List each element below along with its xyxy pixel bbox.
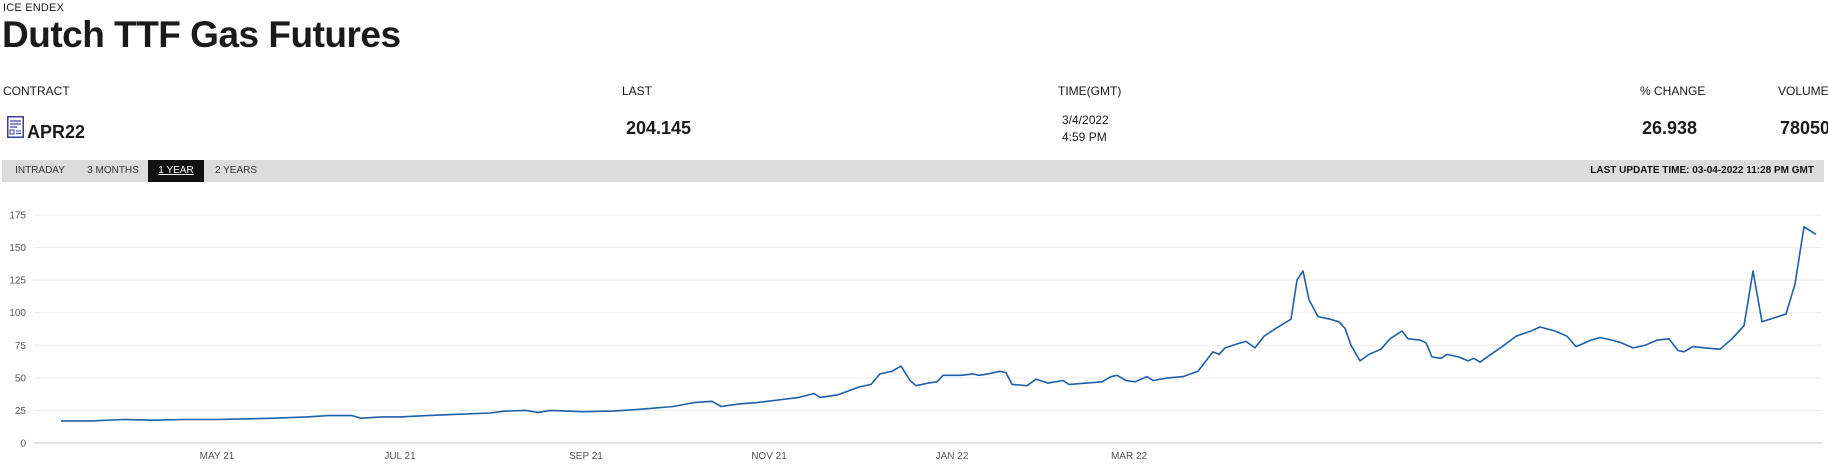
- x-tick-label: SEP 21: [569, 451, 603, 462]
- price-chart: 0 25 50 75 100 125 150 175 MAY 21 JUL 21 SEP 21 NO…: [9, 211, 1822, 462]
- x-tick-label: MAY 21: [200, 451, 235, 462]
- time-column-header: TIME(GMT): [1058, 84, 1122, 98]
- last-update-time: LAST UPDATE TIME: 03-04-2022 11:28 PM GM…: [1590, 165, 1814, 176]
- y-tick-label: 150: [9, 243, 26, 254]
- quote-date: 3/4/2022: [1062, 113, 1109, 127]
- y-axis: 0 25 50 75 100 125 150 175: [9, 211, 26, 450]
- tab-2-years[interactable]: 2 YEARS: [208, 160, 264, 182]
- x-tick-label: NOV 21: [751, 451, 787, 462]
- range-tab-bar: INTRADAY 3 MONTHS 1 YEAR 2 YEARS LAST UP…: [2, 160, 1824, 182]
- x-tick-label: JUL 21: [384, 451, 416, 462]
- price-series-line: [61, 225, 1817, 422]
- y-tick-label: 25: [15, 406, 27, 417]
- chart-grid: [34, 214, 1822, 444]
- y-tick-label: 125: [9, 276, 26, 287]
- x-tick-label: MAR 22: [1111, 451, 1148, 462]
- pct-change-column-header: % CHANGE: [1640, 84, 1706, 98]
- exchange-label: ICE ENDEX: [3, 2, 65, 14]
- tab-1-year[interactable]: 1 YEAR: [148, 160, 204, 182]
- page-title: Dutch TTF Gas Futures: [2, 14, 401, 55]
- volume-value: 78050: [1780, 118, 1828, 138]
- tab-3-months[interactable]: 3 MONTHS: [80, 160, 146, 182]
- volume-column-header: VOLUME: [1778, 84, 1828, 98]
- y-tick-label: 0: [20, 439, 26, 450]
- y-tick-label: 100: [9, 308, 26, 319]
- y-tick-label: 50: [15, 373, 27, 384]
- last-column-header: LAST: [622, 84, 653, 98]
- last-price: 204.145: [626, 118, 692, 138]
- quote-time: 4:59 PM: [1062, 130, 1107, 144]
- x-axis: MAY 21 JUL 21 SEP 21 NOV 21 JAN 22 MAR 22: [200, 451, 1148, 462]
- document-chart-icon[interactable]: [7, 116, 24, 138]
- pct-change-value: 26.938: [1642, 118, 1698, 138]
- y-tick-label: 175: [9, 211, 26, 222]
- y-tick-label: 75: [15, 341, 27, 352]
- tab-intraday[interactable]: INTRADAY: [6, 160, 74, 182]
- x-tick-label: JAN 22: [936, 451, 969, 462]
- contract-link[interactable]: APR22: [27, 122, 85, 143]
- contract-column-header: CONTRACT: [3, 84, 70, 98]
